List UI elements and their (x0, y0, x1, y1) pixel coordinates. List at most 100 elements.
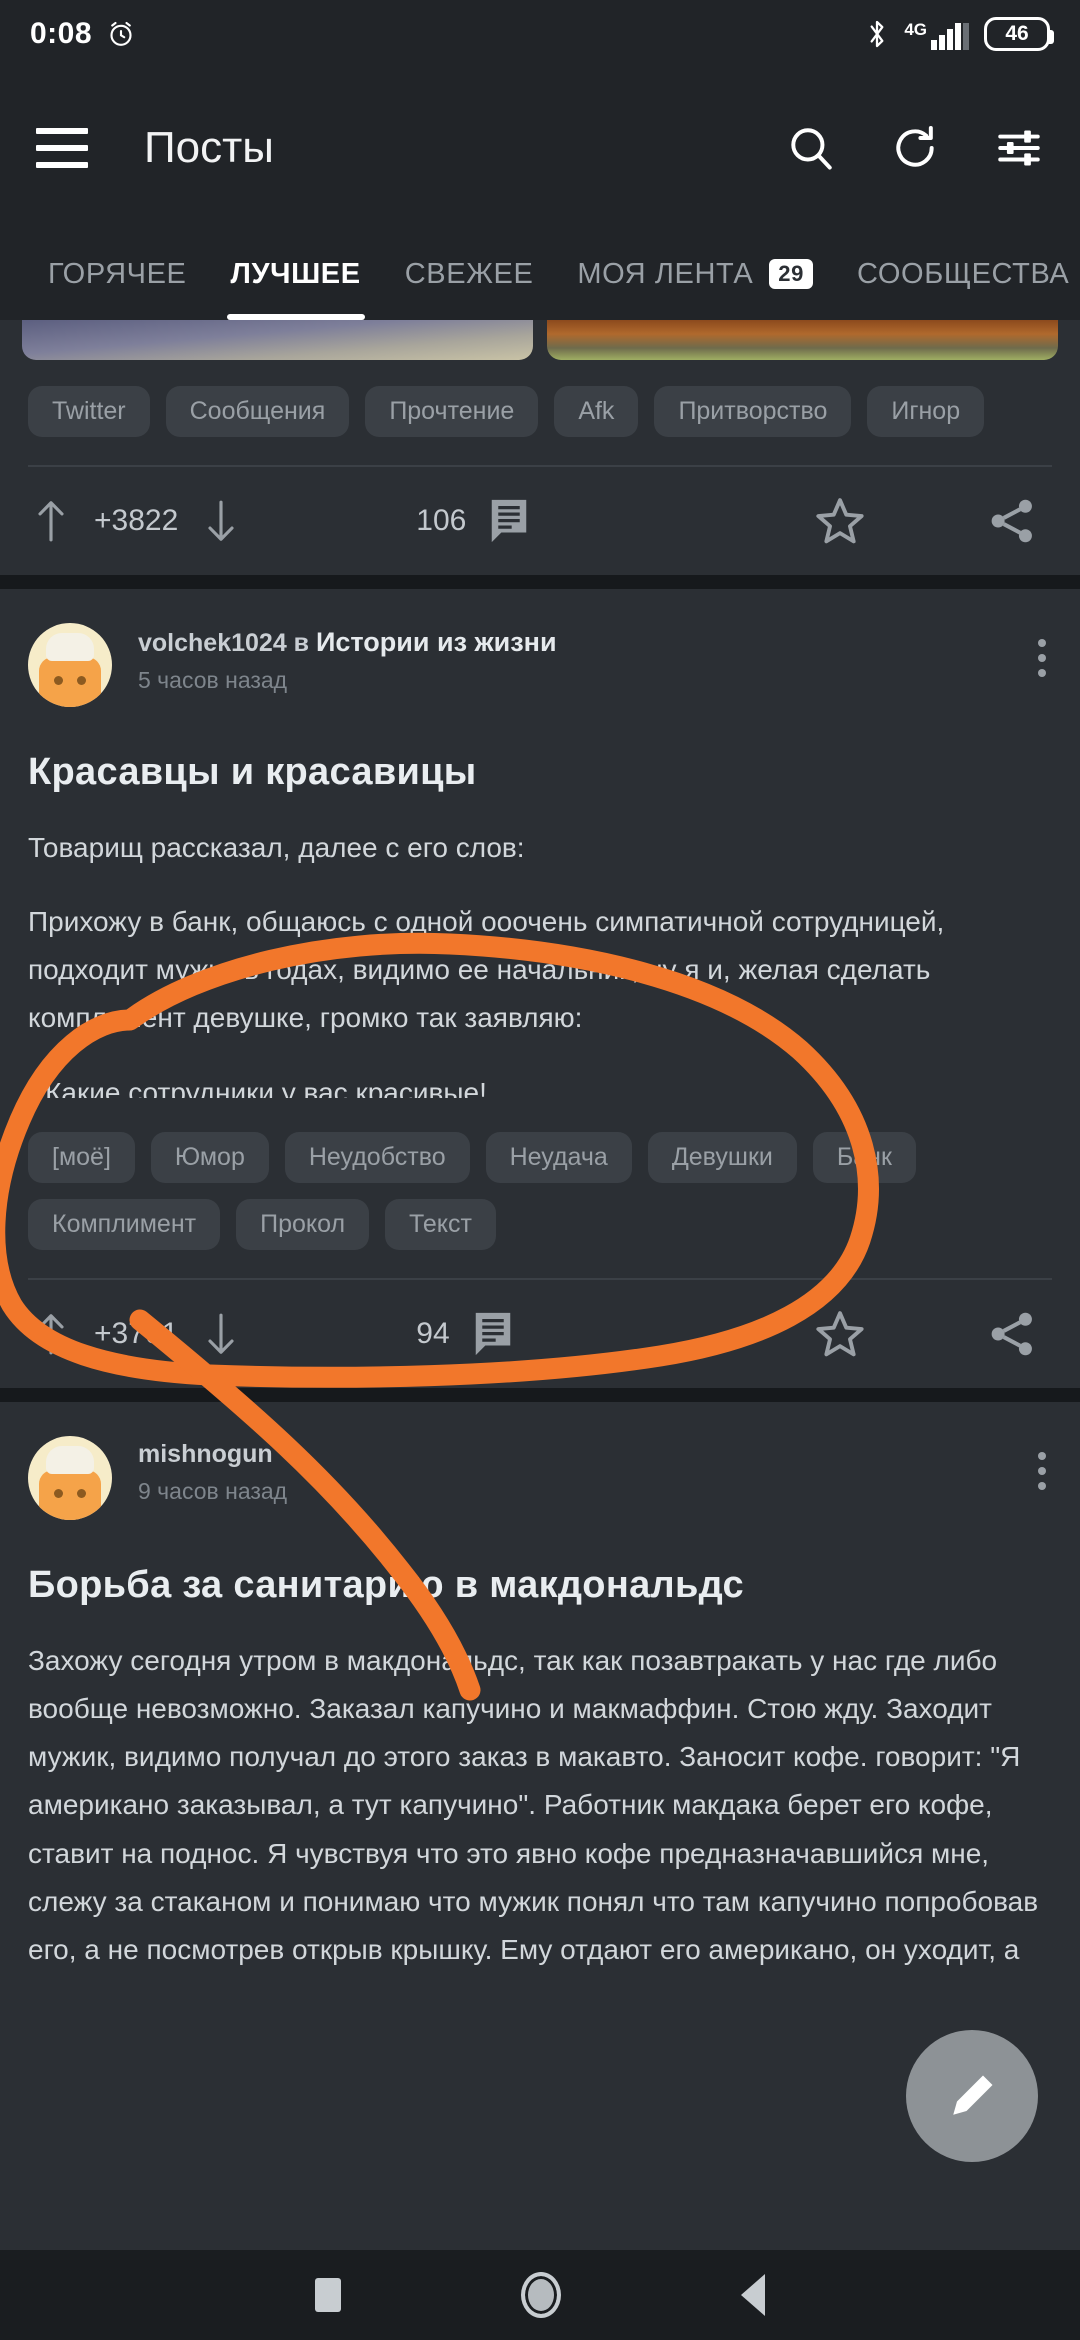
post-author-line[interactable]: mishnogun (138, 1440, 287, 1469)
tag-chip[interactable]: Прочтение (365, 386, 539, 437)
tab-hot[interactable]: ГОРЯЧЕЕ (26, 228, 209, 320)
post-paragraph: Прихожу в банк, общаюсь с одной ооочень … (28, 906, 945, 1034)
post-action-bar: +3701 94 (0, 1280, 1080, 1388)
back-triangle-icon[interactable] (741, 2274, 765, 2316)
post-in-word: в (293, 629, 310, 657)
post-header-text: mishnogun 9 часов назад (138, 1436, 287, 1505)
post-rating-value: +3822 (94, 504, 179, 537)
tab-badge-count: 29 (769, 259, 813, 289)
feed-gap (0, 575, 1080, 589)
post-card-1[interactable]: Twitter Сообщения Прочтение Afk Притворс… (0, 320, 1080, 575)
android-nav-bar (0, 2250, 1080, 2340)
bluetooth-icon (870, 20, 884, 48)
filter-sliders-icon[interactable] (994, 123, 1044, 173)
status-bar-left: 0:08 (30, 17, 136, 51)
feed-gap (0, 1388, 1080, 1402)
post-image-thumb[interactable] (22, 320, 533, 360)
tag-chip[interactable]: Afk (554, 386, 639, 437)
tag-chip[interactable]: Комплимент (28, 1199, 221, 1250)
arrow-up-icon[interactable] (34, 499, 68, 543)
tab-my-feed[interactable]: МОЯ ЛЕНТА 29 (555, 228, 835, 320)
tab-fresh[interactable]: СВЕЖЕЕ (383, 228, 556, 320)
tab-communities[interactable]: СООБЩЕСТВА (835, 228, 1080, 320)
post-feed[interactable]: Twitter Сообщения Прочтение Afk Притворс… (0, 320, 1080, 2250)
arrow-up-icon[interactable] (34, 1312, 68, 1356)
hamburger-menu-icon[interactable] (36, 128, 88, 168)
post-rating-group: +3822 (34, 499, 238, 543)
arrow-down-icon[interactable] (204, 1312, 238, 1356)
search-icon[interactable] (786, 123, 836, 173)
post-action-bar: +3822 106 (0, 467, 1080, 575)
status-clock: 0:08 (30, 17, 93, 50)
tag-chip[interactable]: Девушки (647, 1132, 797, 1183)
post-comments-group[interactable]: 106 (416, 496, 532, 546)
post-title[interactable]: Красавцы и красавицы (0, 707, 1080, 794)
edit-pencil-icon (953, 2075, 993, 2115)
post-body[interactable]: Захожу сегодня утром в макдональдс, так … (0, 1607, 1080, 1979)
post-timestamp: 5 часов назад (138, 667, 288, 693)
post-timestamp: 9 часов назад (138, 1478, 288, 1504)
tag-chip[interactable]: Прокол (236, 1199, 370, 1250)
post-card-2[interactable]: volchek1024 в Истории из жизни 5 часов н… (0, 589, 1080, 1388)
post-community-name[interactable]: Истории из жизни (316, 627, 557, 657)
tag-chip[interactable]: Сообщения (165, 386, 350, 437)
network-type-label: 4G (904, 20, 927, 39)
post-comments-count: 106 (416, 504, 467, 537)
more-options-icon[interactable] (1038, 1436, 1052, 1490)
status-bar: 0:08 4G 46 (0, 0, 1080, 68)
post-header: volchek1024 в Истории из жизни 5 часов н… (0, 589, 1080, 707)
battery-percent-label: 46 (1005, 22, 1029, 45)
arrow-down-icon[interactable] (204, 499, 238, 543)
phone-screen: 0:08 4G 46 Посты ГОРЯЧЕЕ ЛУЧШЕЕ СВЕЖЕЕ М… (0, 0, 1080, 2340)
post-card-3[interactable]: mishnogun 9 часов назад Борьба за санита… (0, 1402, 1080, 1979)
page-title: Посты (144, 123, 274, 172)
avatar[interactable] (28, 623, 112, 707)
post-tags: Twitter Сообщения Прочтение Afk Притворс… (0, 360, 1080, 437)
tab-label: ГОРЯЧЕЕ (48, 257, 187, 290)
post-tags: [моё] Юмор Неудобство Неудача Девушки Ба… (0, 1098, 1080, 1250)
star-icon[interactable] (814, 495, 866, 547)
tag-chip[interactable]: Неудача (485, 1132, 632, 1183)
tag-chip[interactable]: Игнор (867, 386, 985, 437)
avatar[interactable] (28, 1436, 112, 1520)
battery-indicator: 46 (984, 17, 1054, 51)
more-options-icon[interactable] (1038, 623, 1052, 677)
tab-best[interactable]: ЛУЧШЕЕ (209, 228, 383, 320)
tag-chip[interactable]: Текст (385, 1199, 496, 1250)
tag-chip[interactable]: Юмор (150, 1132, 269, 1183)
tab-label: СООБЩЕСТВА (856, 257, 1070, 290)
post-author-line[interactable]: volchek1024 в Истории из жизни (138, 627, 557, 658)
tab-bar: ГОРЯЧЕЕ ЛУЧШЕЕ СВЕЖЕЕ МОЯ ЛЕНТА 29 СООБЩ… (0, 228, 1080, 320)
star-icon[interactable] (814, 1308, 866, 1360)
status-bar-right: 4G 46 (864, 17, 1054, 51)
tag-chip[interactable]: Притворство (654, 386, 852, 437)
post-author-name: mishnogun (138, 1440, 273, 1468)
post-image-thumb[interactable] (547, 320, 1058, 360)
comment-icon[interactable] (486, 496, 532, 546)
share-icon[interactable] (986, 495, 1038, 547)
tag-chip[interactable]: Twitter (28, 386, 150, 437)
recents-square-icon[interactable] (315, 2278, 341, 2312)
share-icon[interactable] (986, 1308, 1038, 1360)
tab-label: ЛУЧШЕЕ (230, 257, 361, 290)
post-paragraph: Захожу сегодня утром в макдональдс, так … (28, 1645, 1039, 1965)
tag-chip[interactable]: Неудобство (284, 1132, 470, 1183)
post-author-name: volchek1024 (138, 629, 287, 657)
network-signal-group: 4G (904, 18, 970, 50)
post-title[interactable]: Борьба за санитарию в макдональдс (0, 1520, 1080, 1607)
comment-icon[interactable] (470, 1309, 516, 1359)
post-body[interactable]: Товарищ рассказал, далее с его слов: При… (0, 794, 1080, 1098)
post-paragraph: - Какие сотрудники у вас красивые! (28, 1076, 487, 1098)
tag-chip[interactable]: Банк (812, 1132, 916, 1183)
tag-chip[interactable]: [моё] (28, 1132, 135, 1183)
post-header-text: volchek1024 в Истории из жизни 5 часов н… (138, 623, 557, 694)
post-header: mishnogun 9 часов назад (0, 1402, 1080, 1520)
post-rating-group: +3701 (34, 1312, 238, 1356)
tab-label: СВЕЖЕЕ (404, 257, 534, 290)
post-comments-group[interactable]: 94 (416, 1309, 515, 1359)
refresh-icon[interactable] (890, 123, 940, 173)
home-circle-icon[interactable] (521, 2272, 561, 2318)
create-post-fab[interactable] (906, 2030, 1038, 2162)
post-comments-count: 94 (416, 1317, 450, 1350)
post-media-strip[interactable] (0, 320, 1080, 360)
